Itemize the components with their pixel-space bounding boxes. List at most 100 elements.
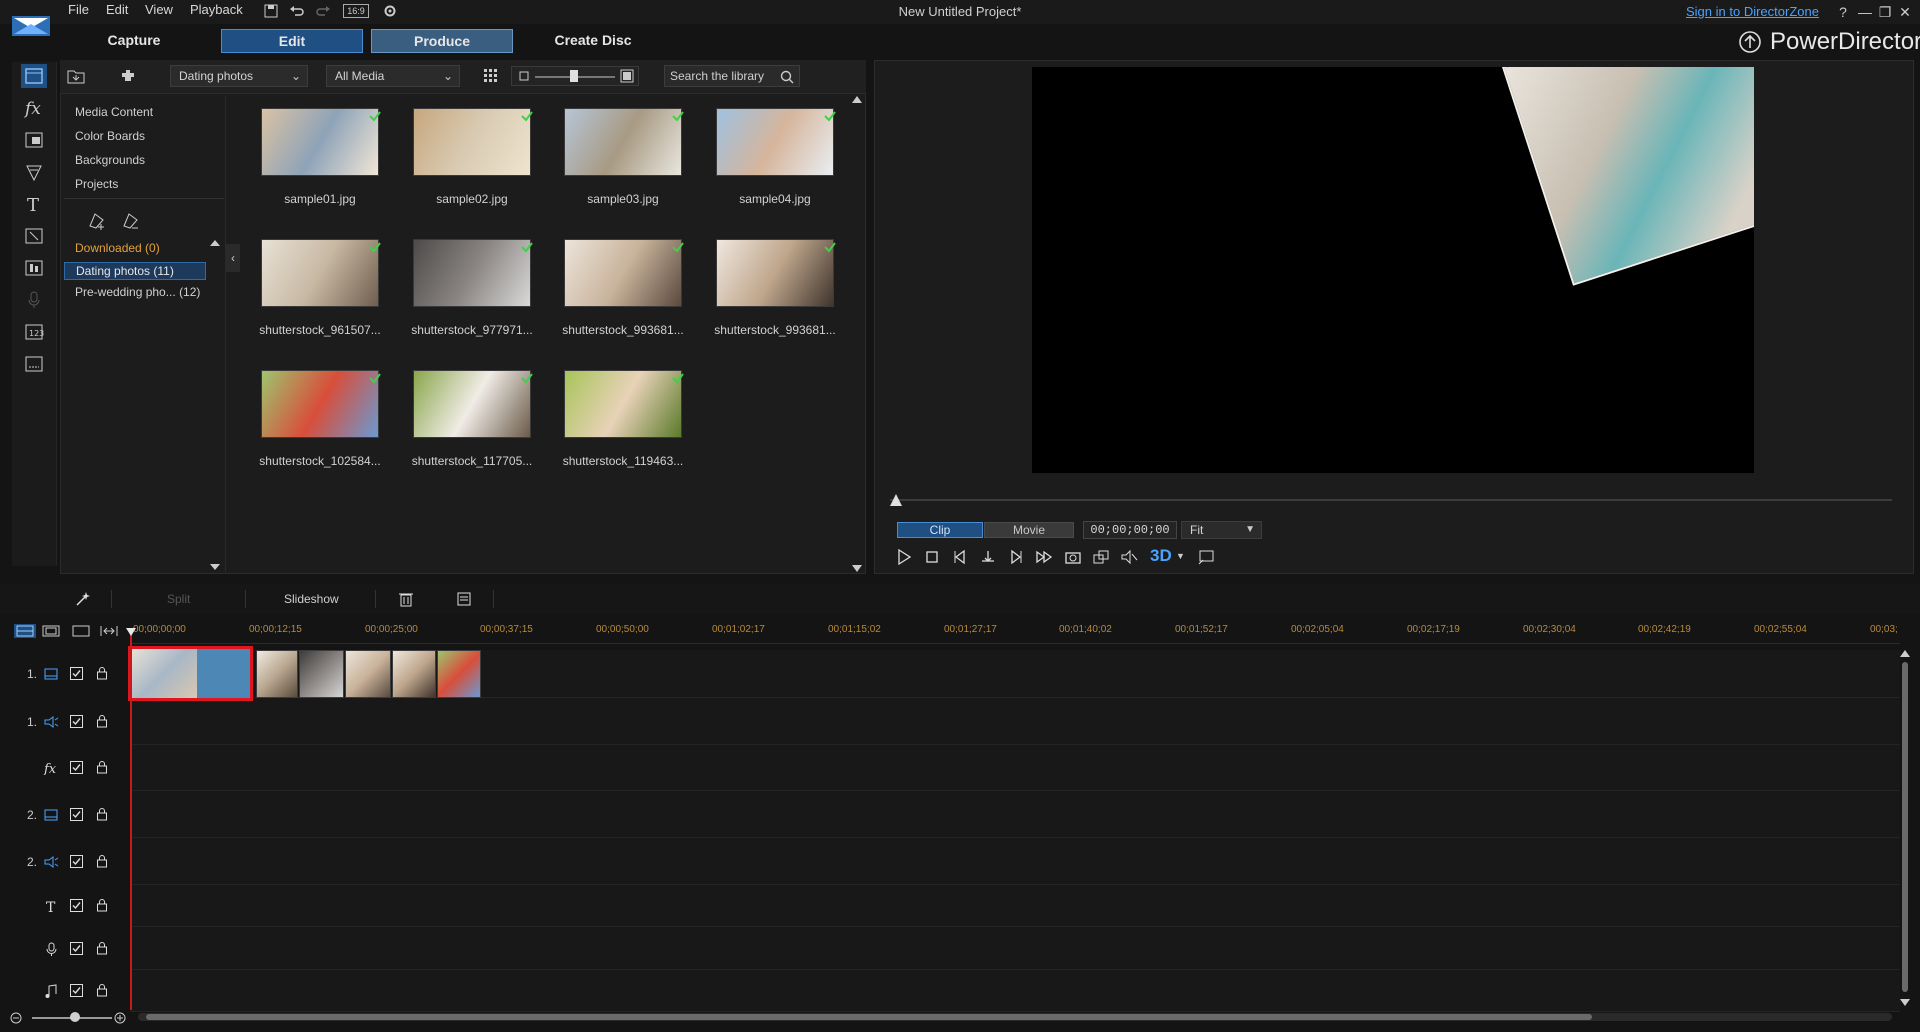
lock-icon[interactable] — [96, 854, 108, 868]
timeline-clip[interactable] — [392, 650, 436, 698]
timeline-track-row[interactable] — [130, 791, 1900, 838]
voiceover-room-icon[interactable] — [21, 288, 47, 312]
timeline-track-row[interactable] — [130, 885, 1900, 927]
menu-edit[interactable]: Edit — [106, 2, 128, 17]
add-tag-icon[interactable] — [86, 210, 108, 232]
timeline-clip[interactable] — [345, 650, 391, 698]
timeline-track-row[interactable] — [130, 745, 1900, 791]
media-thumbnail[interactable] — [716, 239, 834, 307]
transition-room-icon[interactable] — [21, 224, 47, 248]
preview-scrubber-track[interactable] — [890, 499, 1892, 501]
timeline-track-row[interactable] — [130, 698, 1900, 745]
movie-mode-button[interactable]: Movie — [984, 522, 1074, 538]
chapter-room-icon[interactable]: 123 — [21, 320, 47, 344]
aspect-ratio-button[interactable]: 16:9 — [343, 4, 369, 18]
3d-dropdown-caret-icon[interactable]: ▼ — [1176, 551, 1185, 561]
media-thumbnail[interactable] — [413, 108, 531, 176]
preview-screen[interactable] — [1032, 67, 1754, 473]
import-media-icon[interactable] — [66, 67, 86, 85]
minimize-button[interactable]: — — [1856, 4, 1874, 20]
track-enable-checkbox[interactable] — [70, 667, 83, 680]
storyboard-view-icon[interactable] — [40, 624, 62, 638]
tag-list-scrollbar[interactable] — [210, 240, 220, 570]
snapshot-icon[interactable] — [1063, 547, 1083, 567]
gear-icon[interactable] — [382, 3, 398, 19]
redo-icon[interactable] — [315, 3, 331, 19]
remove-tag-icon[interactable] — [120, 210, 142, 232]
fast-forward-icon[interactable] — [1034, 547, 1054, 567]
tag-filter-dropdown[interactable]: Dating photos ⌄ — [170, 65, 308, 87]
grid-view-icon[interactable] — [483, 68, 499, 84]
media-thumbnail[interactable] — [261, 370, 379, 438]
save-icon[interactable] — [263, 3, 279, 19]
tab-edit[interactable]: Edit — [221, 29, 363, 53]
menu-playback[interactable]: Playback — [190, 2, 243, 17]
lock-icon[interactable] — [96, 666, 108, 680]
track-enable-checkbox[interactable] — [70, 808, 83, 821]
media-thumbnail[interactable] — [564, 239, 682, 307]
tab-produce[interactable]: Produce — [371, 29, 513, 53]
track-enable-checkbox[interactable] — [70, 855, 83, 868]
playhead[interactable] — [130, 630, 132, 1010]
track-enable-checkbox[interactable] — [70, 899, 83, 912]
timeline-scroll-thumb[interactable] — [146, 1014, 1592, 1020]
particle-room-icon[interactable] — [21, 160, 47, 184]
tag-downloaded[interactable]: Downloaded (0) — [64, 240, 206, 258]
audio-mixing-room-icon[interactable] — [21, 256, 47, 280]
timeline-vertical-scrollbar[interactable] — [1900, 650, 1910, 1006]
collapse-panel-button[interactable]: ‹ — [226, 244, 240, 272]
magic-tools-icon[interactable] — [74, 590, 92, 608]
timeline-track-row[interactable] — [130, 927, 1900, 970]
slideshow-button[interactable]: Slideshow — [284, 592, 339, 606]
selected-clip[interactable] — [128, 646, 253, 701]
timeline-clip[interactable] — [256, 650, 298, 698]
track-enable-checkbox[interactable] — [70, 984, 83, 997]
scrubber-head-icon[interactable] — [890, 494, 902, 506]
external-display-icon[interactable] — [1196, 547, 1216, 567]
track-enable-checkbox[interactable] — [70, 942, 83, 955]
next-frame-icon[interactable] — [1006, 547, 1026, 567]
large-thumb-icon[interactable] — [620, 69, 634, 83]
menu-file[interactable]: File — [68, 2, 89, 17]
media-type-dropdown[interactable]: All Media ⌄ — [326, 65, 460, 87]
play-icon[interactable] — [894, 547, 914, 567]
restore-button[interactable]: ❐ — [1876, 4, 1894, 20]
track-manager-icon[interactable] — [98, 624, 120, 638]
close-button[interactable]: ✕ — [1896, 4, 1914, 20]
plugins-icon[interactable] — [118, 67, 138, 85]
lock-icon[interactable] — [96, 898, 108, 912]
upload-icon[interactable] — [1738, 30, 1762, 54]
zoom-in-icon[interactable] — [114, 1012, 126, 1024]
tree-item-color-boards[interactable]: Color Boards — [75, 129, 145, 143]
media-thumbnail[interactable] — [716, 108, 834, 176]
fx-room-icon[interactable]: fx — [21, 96, 47, 120]
media-thumbnail[interactable] — [413, 370, 531, 438]
undock-preview-icon[interactable] — [1091, 547, 1111, 567]
track-enable-checkbox[interactable] — [70, 761, 83, 774]
clip-mode-button[interactable]: Clip — [897, 522, 983, 538]
tab-capture[interactable]: Capture — [60, 29, 208, 53]
menu-view[interactable]: View — [145, 2, 173, 17]
lock-icon[interactable] — [96, 714, 108, 728]
timeline-view-icon[interactable] — [14, 624, 36, 638]
zoom-fit-dropdown[interactable]: Fit ▼ — [1181, 521, 1262, 539]
signin-link[interactable]: Sign in to DirectorZone — [1686, 4, 1819, 19]
tree-item-media-content[interactable]: Media Content — [75, 105, 153, 119]
tag-pre-wedding[interactable]: Pre-wedding pho... (12) — [64, 284, 206, 302]
fit-timeline-icon[interactable] — [70, 624, 92, 638]
lock-icon[interactable] — [96, 941, 108, 955]
tree-item-projects[interactable]: Projects — [75, 177, 118, 191]
help-button[interactable]: ? — [1834, 4, 1852, 20]
title-room-icon[interactable]: T — [21, 192, 47, 216]
timeline-zoom-slider-thumb[interactable] — [70, 1012, 80, 1022]
track-enable-checkbox[interactable] — [70, 715, 83, 728]
playhead-handle-icon[interactable] — [126, 628, 136, 638]
media-thumbnail[interactable] — [261, 108, 379, 176]
mute-icon[interactable] — [1119, 547, 1139, 567]
subtitle-room-icon[interactable] — [21, 352, 47, 376]
media-thumbnail[interactable] — [413, 239, 531, 307]
media-room-icon[interactable] — [21, 64, 47, 88]
pip-room-icon[interactable] — [21, 128, 47, 152]
tag-dating-photos[interactable]: Dating photos (11) — [64, 262, 206, 280]
undo-icon[interactable] — [289, 3, 305, 19]
